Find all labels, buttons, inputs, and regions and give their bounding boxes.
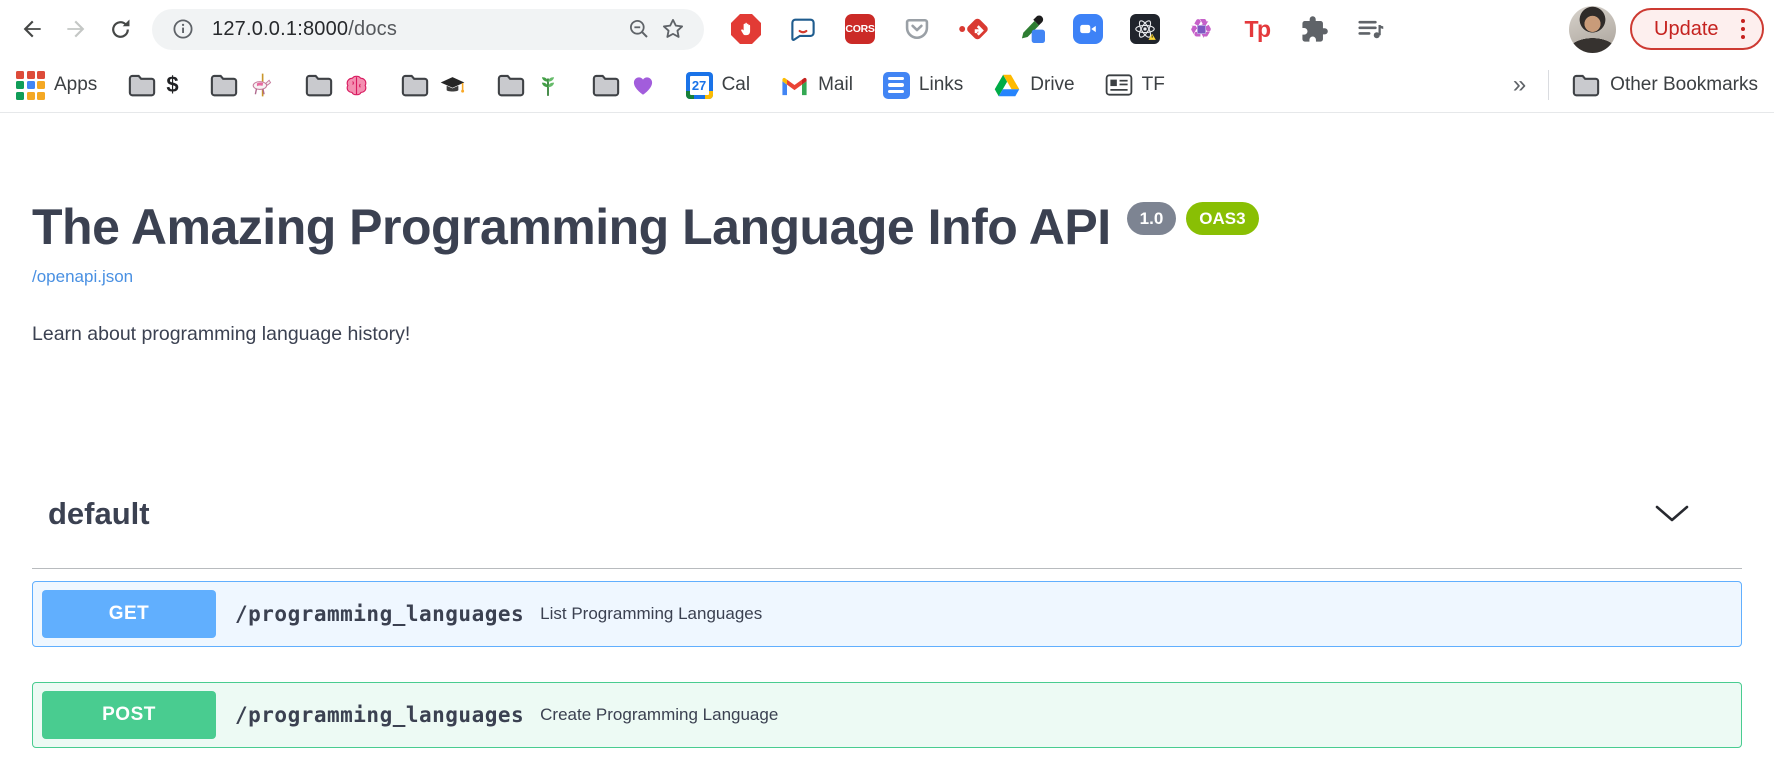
zoom-out-icon[interactable] — [622, 12, 656, 46]
bookmark-star-icon[interactable] — [656, 12, 690, 46]
operation-summary: Create Programming Language — [540, 705, 778, 725]
adblock-icon[interactable] — [730, 13, 762, 45]
color-picker-icon[interactable] — [1015, 13, 1047, 45]
bookmark-label: Mail — [818, 74, 853, 96]
operation-row-post[interactable]: POST /programming_languages Create Progr… — [32, 682, 1742, 748]
tag-name: default — [48, 496, 150, 532]
bookmarks-divider — [1548, 70, 1549, 100]
drive-icon — [993, 73, 1021, 98]
back-arrow-icon — [19, 16, 45, 42]
redirect-icon[interactable] — [958, 13, 990, 45]
bookmark-folder-heart[interactable] — [591, 72, 656, 98]
url-text: 127.0.0.1:8000/docs — [212, 18, 622, 41]
tp-extension-icon[interactable]: Tp — [1241, 13, 1273, 45]
cors-extension-icon[interactable]: CORS — [844, 13, 876, 45]
bookmarks-overflow-chevron[interactable]: » — [1513, 73, 1526, 97]
cors-label: CORS — [845, 14, 875, 44]
folder-icon — [127, 72, 157, 98]
bookmark-label: Drive — [1030, 74, 1074, 96]
folder-icon — [209, 72, 239, 98]
bookmark-folder-brain[interactable] — [304, 72, 370, 99]
menu-kebab-icon[interactable] — [1739, 15, 1748, 44]
page-title: The Amazing Programming Language Info AP… — [32, 201, 1111, 253]
openapi-spec-link[interactable]: /openapi.json — [32, 267, 133, 287]
bookmark-label: Links — [919, 74, 963, 96]
browser-toolbar: 127.0.0.1:8000/docs — [0, 0, 1774, 58]
zoom-meeting-icon[interactable] — [1072, 13, 1104, 45]
calendar-icon: 27 — [686, 72, 713, 99]
media-playlist-icon[interactable] — [1355, 13, 1387, 45]
herb-icon — [535, 72, 561, 98]
folder-icon — [304, 72, 334, 98]
bookmark-gmail[interactable]: Mail — [780, 74, 853, 97]
bookmark-folder-carousel[interactable] — [209, 72, 274, 98]
bookmark-links[interactable]: Links — [883, 72, 963, 99]
bookmark-label: Other Bookmarks — [1610, 74, 1758, 96]
url-host: 127.0.0.1:8000 — [212, 18, 348, 40]
swagger-page: The Amazing Programming Language Info AP… — [0, 201, 1774, 748]
links-doc-icon — [883, 72, 910, 99]
bookmark-drive[interactable]: Drive — [993, 73, 1074, 98]
video-camera-icon — [1073, 14, 1103, 44]
bookmark-tf[interactable]: TF — [1105, 73, 1165, 97]
folder-icon — [496, 72, 526, 98]
purple-heart-icon — [630, 72, 656, 98]
puzzle-extensions-icon[interactable] — [1298, 13, 1330, 45]
folder-icon — [591, 72, 621, 98]
chat-bubble-icon[interactable] — [787, 13, 819, 45]
reload-icon — [108, 17, 133, 42]
operation-path: /programming_languages — [235, 703, 524, 727]
reload-button[interactable] — [98, 7, 142, 51]
apps-grid-icon — [16, 71, 45, 100]
tag-section-header[interactable]: default — [32, 496, 1742, 569]
recycle-icon[interactable] — [1186, 14, 1216, 44]
operation-row-get[interactable]: GET /programming_languages List Programm… — [32, 581, 1742, 647]
chevron-down-icon[interactable] — [1654, 504, 1690, 524]
version-badge: 1.0 — [1127, 202, 1177, 235]
bookmark-label: TF — [1142, 74, 1165, 96]
bookmark-folder-graduation[interactable] — [400, 72, 466, 99]
extensions-row: CORS — [730, 13, 1387, 45]
url-path: /docs — [348, 18, 397, 40]
oas3-badge: OAS3 — [1186, 202, 1258, 235]
update-label: Update — [1654, 18, 1719, 41]
bookmark-calendar[interactable]: 27 Cal — [686, 72, 751, 99]
calendar-day: 27 — [690, 76, 709, 95]
bookmark-label: Apps — [54, 74, 97, 96]
get-method-badge: GET — [42, 590, 216, 638]
brain-icon — [343, 72, 370, 99]
operation-summary: List Programming Languages — [540, 604, 762, 624]
other-bookmarks[interactable]: Other Bookmarks — [1571, 72, 1758, 98]
pocket-icon[interactable] — [901, 13, 933, 45]
tf-favicon — [1105, 73, 1133, 97]
stop-hand-icon — [731, 14, 761, 44]
address-bar[interactable]: 127.0.0.1:8000/docs — [152, 9, 704, 50]
tp-label: Tp — [1244, 16, 1269, 43]
operation-path: /programming_languages — [235, 602, 524, 626]
bookmark-apps[interactable]: Apps — [16, 71, 97, 100]
site-info-icon[interactable] — [166, 12, 200, 46]
react-devtools-icon[interactable] — [1129, 13, 1161, 45]
cube-icon — [1197, 25, 1206, 34]
update-button[interactable]: Update — [1630, 8, 1764, 50]
bookmark-label: Cal — [722, 74, 751, 96]
api-description: Learn about programming language history… — [32, 323, 1742, 346]
folder-icon — [400, 72, 430, 98]
carousel-horse-icon — [248, 72, 274, 98]
back-button[interactable] — [10, 7, 54, 51]
forward-button[interactable] — [54, 7, 98, 51]
bookmark-folder-dollar[interactable]: $ — [127, 72, 178, 98]
bookmarks-bar: Apps $ — [0, 58, 1774, 113]
profile-avatar[interactable] — [1569, 6, 1616, 53]
gmail-icon — [780, 74, 809, 97]
graduation-cap-icon — [439, 72, 466, 99]
forward-arrow-icon — [63, 16, 89, 42]
bookmark-folder-herb[interactable] — [496, 72, 561, 98]
folder-icon — [1571, 72, 1601, 98]
dollar-label: $ — [166, 72, 178, 98]
post-method-badge: POST — [42, 691, 216, 739]
tag-section-default: default GET /programming_languages List … — [32, 496, 1742, 748]
